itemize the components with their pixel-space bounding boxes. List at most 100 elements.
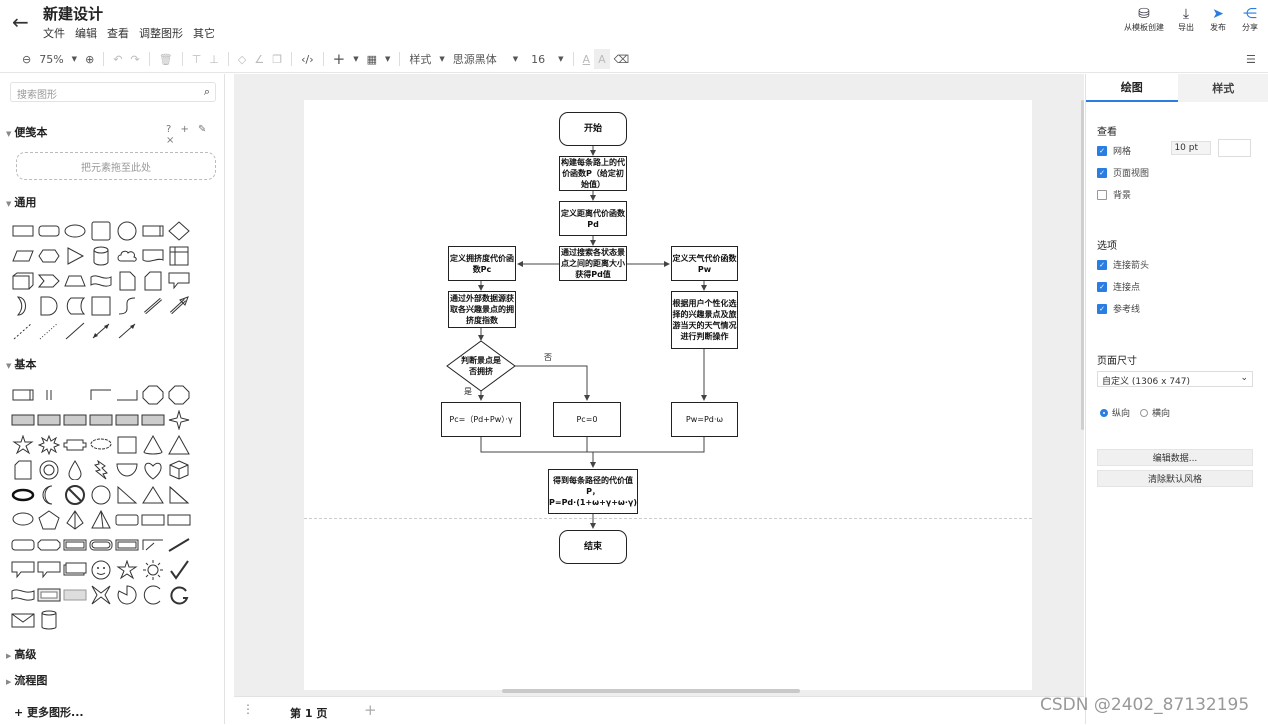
shaded-rect-2[interactable] [36, 407, 62, 432]
bidirectional-arrow-shape[interactable] [140, 293, 166, 318]
format-panel-icon[interactable]: ☰ [1242, 49, 1260, 69]
bracket-shape[interactable] [140, 532, 166, 557]
square-outline-shape[interactable] [88, 293, 114, 318]
wide-rect-3[interactable] [166, 507, 192, 532]
parallelogram-shape[interactable] [10, 243, 36, 268]
font-color-icon[interactable]: A [579, 49, 595, 69]
tab-diagram[interactable]: 绘图 [1086, 74, 1178, 102]
node-pw-formula[interactable]: Pw=Pd·ω [671, 402, 738, 437]
moon-shape[interactable] [36, 482, 62, 507]
rect-callout-shape[interactable] [10, 557, 36, 582]
document-shape[interactable] [140, 243, 166, 268]
rectangle-shape[interactable] [10, 218, 36, 243]
shaded-rect-4[interactable] [88, 407, 114, 432]
circle-shape[interactable] [114, 218, 140, 243]
publish-button[interactable]: ➤ 发布 [1210, 6, 1226, 33]
oval-callout-shape[interactable] [10, 507, 36, 532]
x-shape[interactable] [88, 582, 114, 607]
arc-shape[interactable] [140, 582, 166, 607]
code-icon[interactable]: ‹/› [297, 49, 318, 69]
pie-shape[interactable] [114, 582, 140, 607]
zoom-level[interactable]: 75% [35, 49, 67, 69]
delay-shape[interactable] [36, 293, 62, 318]
envelope-shape[interactable] [10, 607, 36, 632]
bidirectional-connector-shape[interactable] [88, 318, 114, 343]
connection-points-checkbox[interactable]: ✓连接点 [1097, 280, 1140, 293]
connection-arrows-checkbox[interactable]: ✓连接箭头 [1097, 258, 1149, 271]
pentagon-shape[interactable] [36, 507, 62, 532]
arrow-shape[interactable] [166, 293, 192, 318]
zoom-out-icon[interactable]: ⊖ [18, 49, 35, 69]
template-button[interactable]: ⛁ 从模板创建 [1124, 6, 1164, 33]
grid-color-swatch[interactable] [1218, 139, 1251, 157]
cylinder-tall-shape[interactable] [36, 607, 62, 632]
node-end[interactable]: 结束 [559, 530, 627, 564]
portrait-radio[interactable]: 纵向 [1100, 406, 1130, 419]
hexagon-shape[interactable] [36, 243, 62, 268]
step-shape[interactable] [36, 268, 62, 293]
lightning-shape[interactable] [88, 457, 114, 482]
double-rounded-shape[interactable] [88, 532, 114, 557]
font-size-select[interactable]: 16 [522, 49, 554, 69]
square-shape[interactable] [88, 218, 114, 243]
corner-shape[interactable] [88, 382, 114, 407]
scratchpad-header[interactable]: ▼便笺本 [6, 124, 47, 140]
slash-shape[interactable] [166, 532, 192, 557]
vertical-scrollbar[interactable] [1081, 100, 1084, 430]
zoom-dropdown-icon[interactable]: ▼ [68, 49, 81, 69]
drop-shape[interactable] [62, 457, 88, 482]
node-build-cost[interactable]: 构建每条路上的代价函数P（给定初始值） [559, 156, 627, 191]
back-arrow-icon[interactable]: ← [12, 10, 29, 34]
ellipse-shape[interactable] [62, 218, 88, 243]
data-storage-shape[interactable] [62, 293, 88, 318]
smiley-shape[interactable] [88, 557, 114, 582]
dashed-line-shape[interactable] [10, 318, 36, 343]
shadow-icon[interactable]: ❐ [268, 49, 286, 69]
general-section-header[interactable]: ▼通用 [6, 194, 36, 210]
insert-dropdown-icon[interactable]: ▼ [349, 49, 362, 69]
cube-shape[interactable] [10, 268, 36, 293]
parallel-lines-shape[interactable] [36, 382, 62, 407]
document-title[interactable]: 新建设计 [43, 3, 103, 24]
page-size-select[interactable]: 自定义 (1306 x 747) ⌄ [1097, 371, 1253, 387]
clear-default-style-button[interactable]: 清除默认风格 [1097, 470, 1253, 487]
shaded-rect-1[interactable] [10, 407, 36, 432]
no-symbol-shape[interactable] [62, 482, 88, 507]
node-crowd-data[interactable]: 通过外部数据源获取各兴趣景点的拥挤度指数 [448, 291, 516, 328]
node-crowd-cost[interactable]: 定义拥挤度代价函数Pc [448, 246, 516, 281]
plaque-shape[interactable] [62, 432, 88, 457]
node-result[interactable]: 得到每条路径的代价值P，P=Pd·(1+ω+γ+ω·γ) [548, 469, 638, 514]
shape-search-input[interactable]: 搜索图形 ⌕ [10, 82, 216, 102]
fill-color-icon[interactable]: ◇ [234, 49, 250, 69]
export-button[interactable]: ⤓ 导出 [1178, 6, 1194, 33]
right-triangle-shape[interactable] [114, 482, 140, 507]
four-point-star-shape[interactable] [166, 407, 192, 432]
tab-style[interactable]: 样式 [1178, 74, 1268, 102]
menu-file[interactable]: 文件 [43, 25, 65, 41]
star-outline-shape[interactable] [114, 557, 140, 582]
double-rect-shape[interactable] [114, 532, 140, 557]
scratchpad-tools[interactable]: ? + ✎ × [166, 124, 224, 146]
frame-shape[interactable] [62, 532, 88, 557]
grid-size-input[interactable]: 10 pt [1171, 141, 1211, 155]
font-family-select[interactable]: 思源黑体 [449, 49, 509, 69]
label-shape[interactable] [62, 582, 88, 607]
horizontal-scrollbar[interactable] [502, 689, 800, 693]
to-back-icon[interactable]: ⊥ [205, 49, 223, 69]
guides-checkbox[interactable]: ✓参考线 [1097, 302, 1140, 315]
page-view-checkbox[interactable]: ✓页面视图 [1097, 166, 1149, 179]
process-shape[interactable] [140, 218, 166, 243]
sun-shape[interactable] [140, 557, 166, 582]
menu-arrange[interactable]: 调整图形 [139, 25, 183, 41]
font-size-dropdown-icon[interactable]: ▼ [554, 49, 567, 69]
button-shape[interactable] [36, 582, 62, 607]
node-weather-judge[interactable]: 根据用户个性化选择的兴趣景点及旅游当天的天气情况进行判断操作 [671, 291, 738, 349]
blank-shape[interactable] [62, 382, 88, 407]
octagon-shape[interactable] [140, 382, 166, 407]
line-color-icon[interactable]: ∠ [250, 49, 268, 69]
landscape-radio[interactable]: 横向 [1140, 406, 1170, 419]
cloud-shape[interactable] [114, 243, 140, 268]
grid-checkbox[interactable]: ✓网格 [1097, 144, 1131, 157]
wide-rect-2[interactable] [140, 507, 166, 532]
or-shape[interactable] [10, 293, 36, 318]
